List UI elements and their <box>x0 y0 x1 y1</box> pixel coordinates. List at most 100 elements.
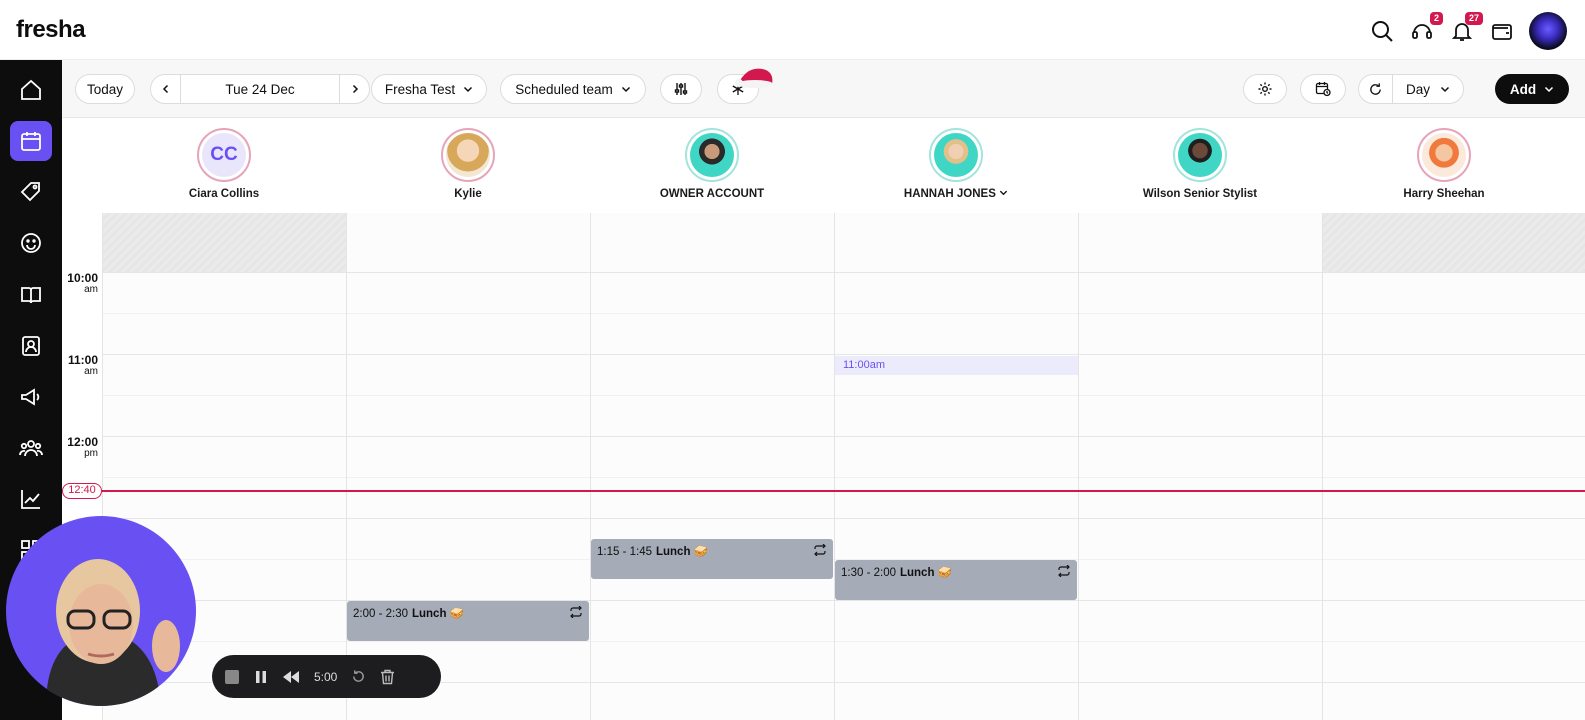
photo-avatar <box>690 133 734 177</box>
reports-icon[interactable] <box>10 479 52 519</box>
team-icon[interactable] <box>10 428 52 468</box>
chevron-right-icon <box>352 84 358 94</box>
staff-column-header[interactable]: Harry Sheehan <box>1322 128 1566 200</box>
help-icon[interactable]: 2 <box>1409 12 1443 44</box>
location-dropdown[interactable]: Fresha Test <box>371 74 487 104</box>
hour-line <box>102 600 1585 601</box>
staff-column[interactable] <box>1078 213 1079 720</box>
hour-line <box>102 436 1585 437</box>
filters-button[interactable] <box>660 74 702 104</box>
notifications-badge: 27 <box>1464 12 1483 25</box>
staff-name: HANNAH JONES <box>903 188 996 200</box>
gear-icon <box>1258 82 1272 96</box>
calendar-grid[interactable]: 10:00 am 11:00 am 12:00 pm 11:00am 1:15 … <box>62 213 1585 720</box>
add-button[interactable]: Add <box>1495 74 1569 104</box>
staff-column[interactable] <box>834 213 835 720</box>
restart-button[interactable] <box>351 669 366 684</box>
delete-button[interactable] <box>380 669 395 685</box>
time-ampm: am <box>84 284 98 295</box>
avatar <box>685 128 739 182</box>
staff-column-header[interactable]: Wilson Senior Stylist <box>1078 128 1322 200</box>
appointment-block[interactable]: 1:30 - 2:00 Lunch 🥪 <box>835 560 1077 600</box>
staff-column-header[interactable]: CC Ciara Collins <box>102 128 346 200</box>
time-label: 10:00 am <box>62 272 98 296</box>
appointment-block[interactable]: 2:00 - 2:30 Lunch 🥪 <box>347 601 589 641</box>
avatar <box>1417 128 1471 182</box>
today-button[interactable]: Today <box>75 74 135 104</box>
view-dropdown[interactable]: Day <box>1393 82 1463 97</box>
appointment-emoji: 🥪 <box>693 546 709 558</box>
chevron-down-icon <box>1440 86 1450 93</box>
repeat-icon <box>814 544 826 556</box>
calendar-icon[interactable] <box>10 121 52 161</box>
search-icon[interactable] <box>1369 18 1395 44</box>
time-ampm: pm <box>84 448 98 459</box>
appointment-emoji: 🥪 <box>449 608 465 620</box>
hover-time-slot[interactable]: 11:00am <box>835 356 1078 375</box>
chevron-down-icon <box>999 190 1008 196</box>
staff-column[interactable] <box>590 213 591 720</box>
half-hour-line <box>102 313 1585 314</box>
next-day-button[interactable] <box>339 75 369 103</box>
stop-button[interactable] <box>224 669 240 685</box>
time-hour: 10:00 <box>67 271 98 285</box>
trash-icon <box>381 669 395 684</box>
presenter-video <box>46 559 180 706</box>
appointment-time: 2:00 - 2:30 <box>353 608 408 620</box>
stop-icon <box>225 669 239 684</box>
date-picker[interactable]: Tue 24 Dec <box>181 75 339 103</box>
photo-avatar <box>934 133 978 177</box>
refresh-icon <box>1370 82 1381 95</box>
sliders-icon <box>674 83 688 95</box>
smiley-icon[interactable] <box>10 223 52 263</box>
pause-icon <box>256 670 266 683</box>
settings-button[interactable] <box>1243 74 1287 104</box>
add-label: Add <box>1509 81 1537 97</box>
calendar-toolbar: Today Tue 24 Dec Fresha Test Scheduled t… <box>62 60 1585 118</box>
staff-column[interactable] <box>1322 213 1323 720</box>
view-controls: Day <box>1358 74 1464 104</box>
chevron-down-icon <box>621 86 630 93</box>
staff-column-header[interactable]: HANNAH JONES <box>834 128 1078 200</box>
team-label: Scheduled team <box>515 81 613 97</box>
home-icon[interactable] <box>10 70 52 110</box>
staff-column-header[interactable]: OWNER ACCOUNT <box>590 128 834 200</box>
client-card-icon[interactable] <box>10 326 52 366</box>
unavailable-block <box>103 213 346 272</box>
bell-icon[interactable]: 27 <box>1449 12 1483 44</box>
previous-day-button[interactable] <box>151 75 181 103</box>
time-hour: 11:00 <box>67 353 98 367</box>
fresha-logo[interactable]: fresha <box>16 16 86 44</box>
rewind-icon <box>283 670 299 683</box>
repeat-icon <box>570 606 582 618</box>
staff-name: Kylie <box>454 188 482 200</box>
staff-column[interactable] <box>346 213 347 720</box>
calendar-clock-icon <box>1315 82 1331 97</box>
user-avatar[interactable] <box>1529 12 1567 50</box>
rewind-button[interactable] <box>282 670 300 684</box>
appointment-emoji: 🥪 <box>937 567 953 579</box>
refresh-button[interactable] <box>1359 75 1393 103</box>
waitlist-button[interactable] <box>1300 74 1346 104</box>
chevron-down-icon <box>464 86 473 93</box>
location-label: Fresha Test <box>384 81 456 97</box>
webcam-overlay[interactable] <box>6 516 196 706</box>
half-hour-line <box>102 641 1585 642</box>
unavailable-block <box>1322 213 1585 272</box>
appointment-title: Lunch <box>655 546 691 558</box>
megaphone-icon[interactable] <box>10 377 52 417</box>
staff-name: Ciara Collins <box>188 188 260 200</box>
wallet-icon[interactable] <box>1489 18 1515 44</box>
tag-icon[interactable] <box>10 172 52 212</box>
pause-button[interactable] <box>254 670 268 684</box>
photo-avatar <box>1178 133 1222 177</box>
staff-name: OWNER ACCOUNT <box>659 188 765 200</box>
today-label: Today <box>86 81 124 97</box>
book-icon[interactable] <box>10 275 52 315</box>
team-dropdown[interactable]: Scheduled team <box>500 74 646 104</box>
appointment-block[interactable]: 1:15 - 1:45 Lunch 🥪 <box>591 539 833 579</box>
staff-column-header[interactable]: Kylie <box>346 128 590 200</box>
avatar <box>441 128 495 182</box>
help-badge: 2 <box>1429 12 1443 25</box>
half-hour-line <box>102 395 1585 396</box>
